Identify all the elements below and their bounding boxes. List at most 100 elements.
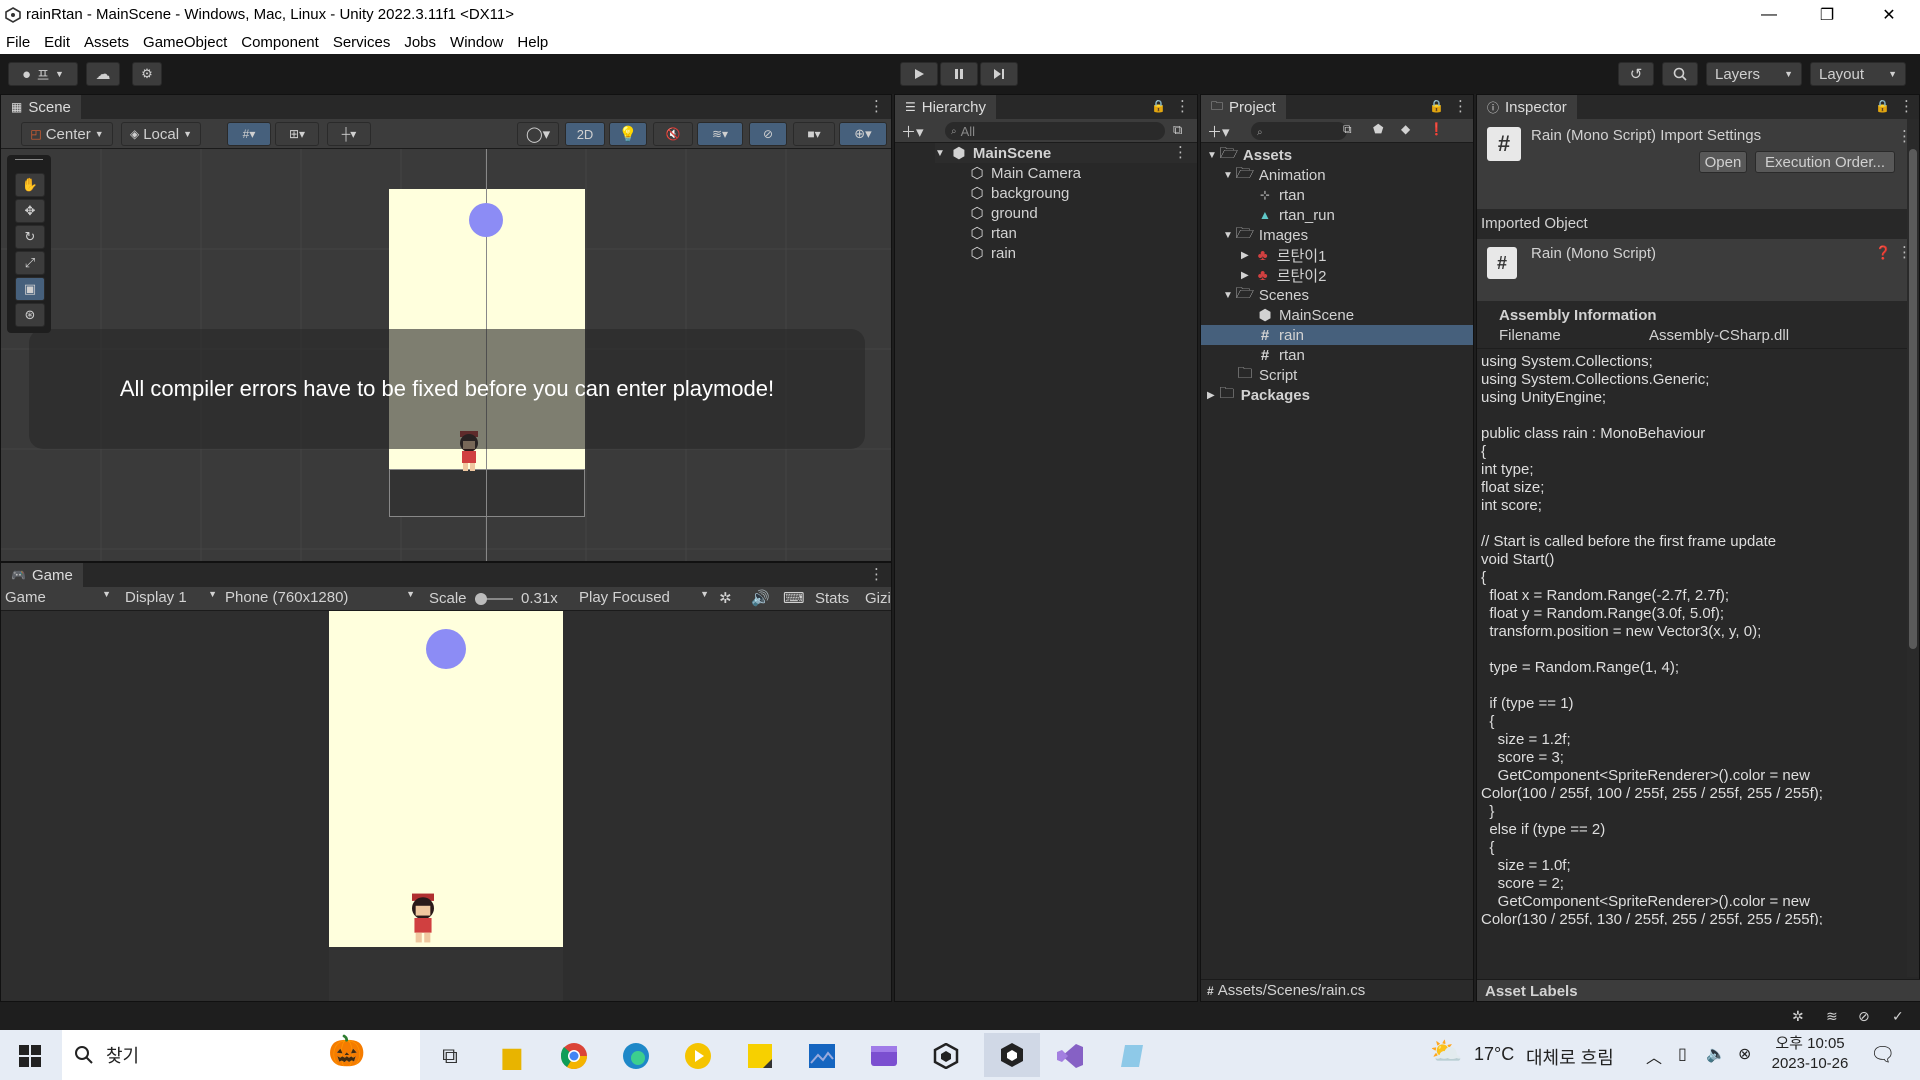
camera-dropdown[interactable]: ■▾: [793, 122, 835, 146]
display-select[interactable]: Display 1 ▼: [125, 589, 217, 606]
inspector-scrollbar[interactable]: [1907, 119, 1919, 977]
palette-handle[interactable]: [15, 159, 43, 163]
close-window-button[interactable]: ✕: [1860, 0, 1918, 30]
grid-snap-toggle[interactable]: #▾: [227, 122, 271, 146]
inspector-scroll-thumb[interactable]: [1909, 149, 1917, 649]
project-folder-script[interactable]: 🗀 Script: [1237, 365, 1297, 385]
hierarchy-search-field[interactable]: ⌕ All: [945, 122, 1165, 140]
hand-tool-button[interactable]: ✋: [15, 173, 45, 197]
increment-snap-toggle[interactable]: ⊞▾: [275, 122, 319, 146]
bug-icon[interactable]: ✲: [719, 589, 732, 607]
step-button[interactable]: [980, 62, 1018, 86]
screenshot-tool-button[interactable]: [802, 1036, 842, 1076]
space-dropdown[interactable]: ◈ Local ▼: [121, 122, 201, 146]
weather-text[interactable]: 대체로 흐림: [1526, 1044, 1614, 1070]
scale-slider-knob[interactable]: [475, 593, 487, 605]
game-viewport[interactable]: [1, 611, 891, 1001]
menu-window[interactable]: Window: [450, 34, 503, 51]
project-folder-animation[interactable]: ▼ 🗁 Animation: [1223, 165, 1326, 185]
tab-scene[interactable]: ▦ Scene: [1, 95, 81, 119]
project-asset[interactable]: # rtan: [1257, 345, 1305, 365]
edge-button[interactable]: [616, 1036, 656, 1076]
restore-button[interactable]: ❐: [1798, 0, 1856, 30]
rect-tool-button[interactable]: ▣: [15, 277, 45, 301]
start-button[interactable]: [10, 1036, 50, 1076]
project-folder-packages[interactable]: ▶ 🗀 Packages: [1207, 385, 1310, 405]
scene-row-more-icon[interactable]: ⋮: [1173, 143, 1188, 161]
project-asset-selected[interactable]: # rain: [1201, 325, 1473, 345]
effects-dropdown[interactable]: ≋▾: [697, 122, 743, 146]
execution-order-button[interactable]: Execution Order...: [1755, 151, 1895, 173]
view-select[interactable]: Game ▼: [5, 589, 111, 606]
layout-dropdown[interactable]: Layout ▼: [1810, 62, 1906, 86]
hierarchy-item[interactable]: ⬡ rain: [969, 243, 1016, 263]
hierarchy-more-icon[interactable]: ⋮: [1175, 97, 1190, 115]
menu-gameobject[interactable]: GameObject: [143, 34, 227, 51]
app-button[interactable]: [1112, 1036, 1152, 1076]
chevron-up-icon[interactable]: ︿: [1646, 1044, 1662, 1068]
project-folder-scenes[interactable]: ▼ 🗁 Scenes: [1223, 285, 1309, 305]
unity-editor-button[interactable]: [984, 1033, 1040, 1077]
move-tool-button[interactable]: ✥: [15, 199, 45, 223]
weather-temp[interactable]: 17°C: [1474, 1044, 1514, 1065]
cache-status-icon[interactable]: ⊘: [1858, 1008, 1870, 1025]
project-asset[interactable]: ▲ rtan_run: [1257, 205, 1335, 225]
project-folder-images[interactable]: ▼ 🗁 Images: [1223, 225, 1308, 245]
lock-icon[interactable]: 🔒: [1875, 99, 1890, 113]
debug-off-icon[interactable]: ✲: [1792, 1008, 1804, 1025]
search-button[interactable]: [1662, 62, 1698, 86]
menu-edit[interactable]: Edit: [44, 34, 70, 51]
file-explorer-button[interactable]: ▆: [492, 1036, 532, 1076]
taskbar-search[interactable]: 찾기 🎃: [62, 1030, 420, 1080]
pivot-dropdown[interactable]: ◰ Center ▼: [21, 122, 113, 146]
history-button[interactable]: ↺: [1618, 62, 1654, 86]
layers-status-icon[interactable]: ≋: [1826, 1008, 1838, 1025]
scene-ground-sprite[interactable]: [389, 469, 585, 517]
sticky-notes-button[interactable]: [740, 1036, 780, 1076]
draw-mode-dropdown[interactable]: ◯▾: [517, 122, 559, 146]
filter-type-icon[interactable]: ⧉: [1343, 122, 1352, 137]
project-asset[interactable]: ▶ ♣ 르탄이1: [1241, 245, 1326, 265]
create-asset-button[interactable]: ＋▾: [1207, 121, 1230, 142]
lock-icon[interactable]: 🔒: [1429, 99, 1444, 113]
tab-game[interactable]: 🎮 Game: [1, 563, 83, 587]
pause-button[interactable]: [940, 62, 978, 86]
tab-inspector[interactable]: ⓘ Inspector: [1477, 95, 1577, 119]
hierarchy-item[interactable]: ⬡ rtan: [969, 223, 1016, 243]
mute-badge-icon[interactable]: ⊗: [1738, 1044, 1751, 1064]
lock-icon[interactable]: 🔒: [1151, 99, 1166, 113]
lighting-toggle[interactable]: 💡: [609, 122, 647, 146]
keyboard-icon[interactable]: ⌨: [783, 589, 805, 607]
network-icon[interactable]: ▯: [1678, 1044, 1687, 1064]
help-icon[interactable]: ❓: [1875, 245, 1891, 261]
visibility-toggle[interactable]: ⊘: [749, 122, 787, 146]
menu-assets[interactable]: Assets: [84, 34, 129, 51]
play-button[interactable]: [900, 62, 938, 86]
gizmos-dropdown[interactable]: ⊕▾: [839, 122, 887, 146]
script-preview[interactable]: using System.Collections; using System.Co…: [1477, 349, 1919, 925]
unity-hub-button[interactable]: [926, 1036, 966, 1076]
tab-project[interactable]: 🗀 Project: [1201, 95, 1286, 119]
inspector-more-icon[interactable]: ⋮: [1899, 97, 1914, 115]
scale-slider[interactable]: [475, 593, 513, 605]
account-dropdown[interactable]: ● 프 ▼: [8, 62, 78, 86]
menu-services[interactable]: Services: [333, 34, 391, 51]
play-mode-select[interactable]: Play Focused ▼: [579, 589, 709, 606]
minimize-button[interactable]: —: [1740, 0, 1798, 30]
menu-component[interactable]: Component: [241, 34, 319, 51]
stats-button[interactable]: Stats: [815, 590, 849, 607]
collab-button[interactable]: ⚙: [132, 62, 162, 86]
game-more-icon[interactable]: ⋮: [869, 565, 884, 583]
menu-jobs[interactable]: Jobs: [404, 34, 436, 51]
tag-icon[interactable]: ◆: [1401, 122, 1410, 136]
clock[interactable]: 오후 10:05 2023-10-26: [1770, 1034, 1850, 1074]
rotate-tool-button[interactable]: ↻: [15, 225, 45, 249]
visual-studio-button[interactable]: [1050, 1036, 1090, 1076]
cloud-button[interactable]: ☁: [86, 62, 120, 86]
scene-rain-drop[interactable]: [469, 203, 503, 237]
speaker-icon[interactable]: 🔊: [751, 589, 770, 607]
mode-2d-toggle[interactable]: 2D: [565, 122, 605, 146]
add-object-button[interactable]: ＋▾: [901, 121, 924, 142]
project-asset[interactable]: ⊹ rtan: [1257, 185, 1305, 205]
hierarchy-item[interactable]: ⬡ ground: [969, 203, 1037, 223]
